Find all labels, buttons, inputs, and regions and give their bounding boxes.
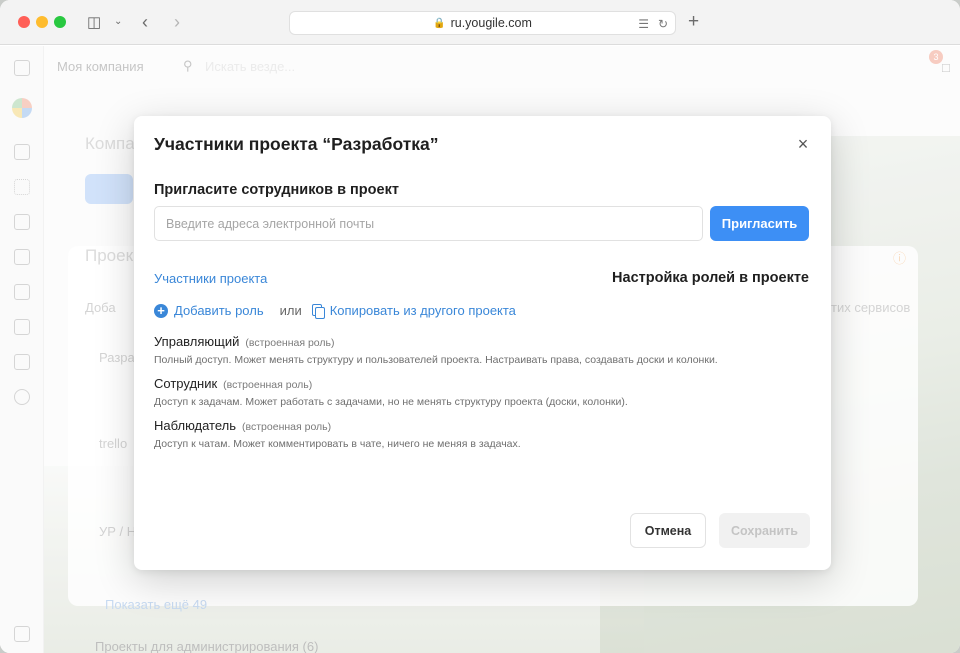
chevron-down-icon[interactable]: ⌄ bbox=[114, 17, 122, 27]
close-icon[interactable]: × bbox=[795, 135, 811, 153]
back-icon[interactable]: ‹ bbox=[142, 13, 148, 31]
role-description: Полный доступ. Может менять структуру и … bbox=[154, 354, 718, 366]
role-item[interactable]: Управляющий (встроенная роль) Полный дост… bbox=[154, 333, 718, 366]
copy-icon bbox=[311, 303, 325, 319]
role-name: Сотрудник bbox=[154, 376, 218, 391]
lock-icon: 🔒 bbox=[433, 17, 446, 29]
cancel-button[interactable]: Отмена bbox=[630, 513, 706, 548]
role-name: Управляющий bbox=[154, 334, 240, 349]
invite-button[interactable]: Пригласить bbox=[710, 206, 809, 241]
minimize-window-button[interactable] bbox=[36, 16, 48, 28]
add-role-button[interactable]: + Добавить роль bbox=[154, 303, 264, 318]
copy-from-project-button[interactable]: Копировать из другого проекта bbox=[311, 303, 516, 319]
project-members-dialog: Участники проекта “Разработка” × Приглас… bbox=[134, 116, 831, 570]
copy-from-project-label: Копировать из другого проекта bbox=[329, 303, 516, 318]
translate-icon[interactable]: ☰ bbox=[638, 17, 649, 31]
email-input[interactable] bbox=[154, 206, 703, 241]
role-tag: (встроенная роль) bbox=[242, 421, 332, 433]
browser-toolbar: ◫ ⌄ ‹ › 🔒 ru.yougile.com ☰ ↻ + bbox=[0, 0, 960, 45]
url-text: ru.yougile.com bbox=[450, 16, 532, 30]
tab-project-members[interactable]: Участники проекта bbox=[154, 271, 267, 286]
invite-heading: Пригласите сотрудников в проект bbox=[154, 182, 399, 198]
role-tag: (встроенная роль) bbox=[223, 379, 313, 391]
reload-icon[interactable]: ↻ bbox=[658, 17, 668, 31]
maximize-window-button[interactable] bbox=[54, 16, 66, 28]
role-description: Доступ к чатам. Может комментировать в ч… bbox=[154, 438, 521, 450]
browser-window: ◫ ⌄ ‹ › 🔒 ru.yougile.com ☰ ↻ + Моя компа… bbox=[0, 0, 960, 653]
role-item[interactable]: Сотрудник (встроенная роль) Доступ к зада… bbox=[154, 375, 628, 408]
close-window-button[interactable] bbox=[18, 16, 30, 28]
dialog-title: Участники проекта “Разработка” bbox=[154, 134, 439, 154]
plus-icon: + bbox=[154, 303, 168, 318]
role-item[interactable]: Наблюдатель (встроенная роль) Доступ к ча… bbox=[154, 417, 521, 450]
forward-icon[interactable]: › bbox=[174, 13, 180, 31]
sidebar-toggle-icon[interactable]: ◫ bbox=[87, 15, 101, 30]
role-name: Наблюдатель bbox=[154, 418, 237, 433]
address-bar[interactable]: 🔒 ru.yougile.com ☰ ↻ bbox=[289, 11, 676, 35]
or-separator: или bbox=[279, 303, 302, 318]
role-tag: (встроенная роль) bbox=[245, 337, 335, 349]
new-tab-icon[interactable]: + bbox=[688, 12, 699, 31]
role-actions: + Добавить роль или Копировать из другог… bbox=[154, 303, 516, 319]
add-role-label: Добавить роль bbox=[174, 303, 264, 318]
tab-role-settings[interactable]: Настройка ролей в проекте bbox=[612, 270, 809, 286]
save-button[interactable]: Сохранить bbox=[719, 513, 810, 548]
role-description: Доступ к задачам. Может работать с задач… bbox=[154, 396, 628, 408]
